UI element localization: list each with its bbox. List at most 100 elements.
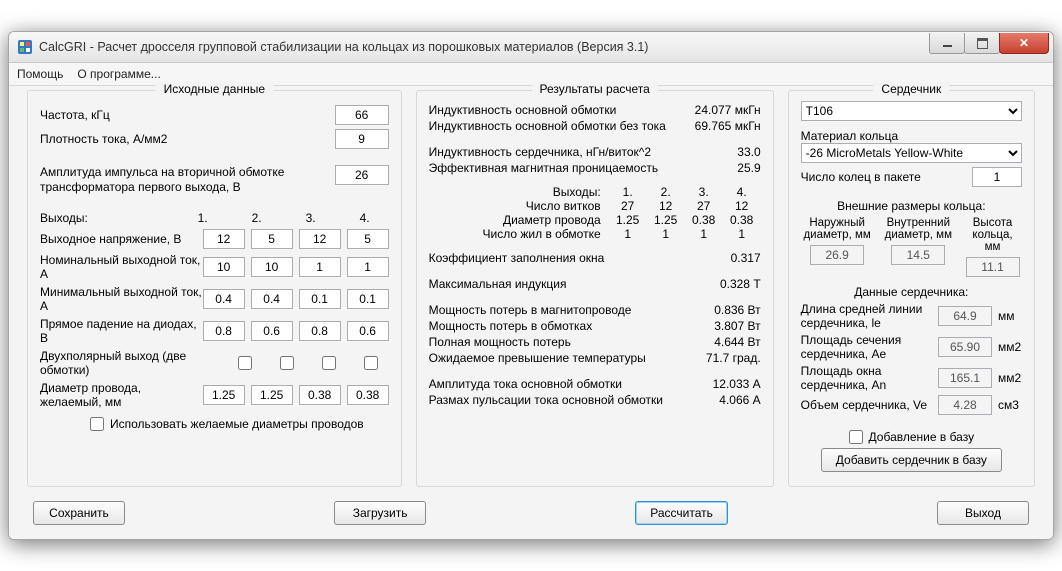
input-wdia-2[interactable] (251, 385, 293, 405)
button-exit[interactable]: Выход (937, 501, 1029, 525)
select-material[interactable]: -26 MicroMetals Yellow-White (801, 143, 1022, 163)
grid-col-4: 4. (341, 211, 389, 225)
input-inom-4[interactable] (347, 257, 389, 277)
input-vdiode-4[interactable] (347, 321, 389, 341)
close-button[interactable]: ✕ (999, 33, 1049, 54)
rlabel-Lmain0: Индуктивность основной обмотки без тока (429, 119, 681, 133)
rcol-1: 1. (609, 185, 647, 199)
label-stack: Число колец в пакете (801, 170, 972, 184)
label-core-data: Данные сердечника: (801, 285, 1022, 299)
rlabel-Lmain: Индуктивность основной обмотки (429, 103, 681, 117)
val-an (938, 368, 992, 388)
rlabel-fill: Коэффициент заполнения окна (429, 251, 681, 265)
chk-use-wire-dia[interactable] (90, 417, 104, 431)
menu-about[interactable]: О программе... (77, 67, 160, 81)
label-ht: Высота кольца, мм (963, 217, 1022, 253)
input-vout-1[interactable] (203, 229, 245, 249)
panel-results-title: Результаты расчета (531, 82, 657, 96)
label-frequency: Частота, кГц (40, 108, 335, 122)
minimize-button[interactable] (929, 33, 965, 54)
chk-bipolar-4[interactable] (364, 356, 378, 370)
input-wdia-1[interactable] (203, 385, 245, 405)
label-imin: Минимальный выходной ток, А (40, 285, 203, 313)
rlabel-wdia: Диаметр провода (429, 213, 609, 227)
chk-add-to-db[interactable] (849, 430, 863, 444)
chk-bipolar-3[interactable] (322, 356, 336, 370)
menu-help[interactable]: Помощь (17, 67, 63, 81)
app-icon (17, 39, 33, 55)
rval-Lmain: 24.077 мкГн (681, 103, 761, 117)
rv-turns-4: 12 (723, 199, 761, 213)
val-id (891, 245, 945, 265)
input-pulse-amp[interactable] (335, 165, 389, 185)
label-wdia: Диаметр провода, желаемый, мм (40, 381, 203, 409)
rlabel-Pcu: Мощность потерь в обмотках (429, 319, 681, 333)
label-use-wire-dia: Использовать желаемые диаметры проводов (110, 417, 364, 431)
grid-col-3: 3. (287, 211, 335, 225)
label-ae: Площадь сечения сердечника, Ae (801, 333, 932, 361)
rcol-3: 3. (685, 185, 723, 199)
rlabel-turns: Число витков (429, 199, 609, 213)
rcol-2: 2. (647, 185, 685, 199)
panel-inputs-title: Исходные данные (156, 82, 273, 96)
val-od (810, 245, 864, 265)
input-wdia-4[interactable] (347, 385, 389, 405)
chk-bipolar-1[interactable] (238, 356, 252, 370)
rv-wdia-1: 1.25 (609, 213, 647, 227)
rv-strands-3: 1 (685, 227, 723, 241)
rval-Lmain0: 69.765 мкГн (681, 119, 761, 133)
button-calc[interactable]: Рассчитать (635, 501, 728, 525)
rval-bmax: 0.328 Т (681, 277, 761, 291)
rval-dT: 71.7 град. (681, 351, 761, 365)
input-inom-1[interactable] (203, 257, 245, 277)
input-imin-3[interactable] (299, 289, 341, 309)
input-stack[interactable] (972, 167, 1022, 187)
input-imin-4[interactable] (347, 289, 389, 309)
titlebar: CalcGRI - Расчет дросселя групповой стаб… (9, 32, 1053, 63)
button-add-core[interactable]: Добавить сердечник в базу (821, 448, 1002, 472)
maximize-button[interactable] (964, 33, 1000, 54)
input-inom-2[interactable] (251, 257, 293, 277)
grid-col-1: 1. (179, 211, 227, 225)
rlabel-outputs: Выходы: (429, 185, 609, 199)
select-core[interactable]: T106 (801, 101, 1022, 121)
unit-ve: см3 (998, 398, 1022, 412)
label-id: Внутренний диаметр, мм (880, 217, 957, 241)
input-inom-3[interactable] (299, 257, 341, 277)
label-add-to-db: Добавление в базу (869, 430, 975, 444)
rlabel-Pcore: Мощность потерь в магнитопроводе (429, 303, 681, 317)
val-ve (938, 395, 992, 415)
panel-results: Результаты расчета Индуктивность основно… (416, 90, 774, 487)
label-current-density: Плотность тока, А/мм2 (40, 132, 335, 146)
input-vdiode-2[interactable] (251, 321, 293, 341)
rlabel-Lcore: Индуктивность сердечника, нГн/виток^2 (429, 145, 681, 159)
rv-wdia-4: 0.38 (723, 213, 761, 227)
rval-Iripple: 4.066 А (681, 393, 761, 407)
input-imin-1[interactable] (203, 289, 245, 309)
rval-fill: 0.317 (681, 251, 761, 265)
val-ht (966, 257, 1020, 277)
rv-strands-4: 1 (723, 227, 761, 241)
input-frequency[interactable] (335, 105, 389, 125)
rv-turns-2: 12 (647, 199, 685, 213)
rval-mu: 25.9 (681, 161, 761, 175)
panel-core: Сердечник T106 Материал кольца -26 Micro… (788, 90, 1035, 487)
input-wdia-3[interactable] (299, 385, 341, 405)
input-vout-4[interactable] (347, 229, 389, 249)
input-vdiode-1[interactable] (203, 321, 245, 341)
label-an: Площадь окна сердечника, An (801, 364, 932, 392)
rlabel-Iamp: Амплитуда тока основной обмотки (429, 377, 681, 391)
panel-core-title: Сердечник (873, 82, 949, 96)
input-vout-2[interactable] (251, 229, 293, 249)
input-current-density[interactable] (335, 129, 389, 149)
rval-Lcore: 33.0 (681, 145, 761, 159)
input-vdiode-3[interactable] (299, 321, 341, 341)
chk-bipolar-2[interactable] (280, 356, 294, 370)
button-load[interactable]: Загрузить (334, 501, 426, 525)
window-title: CalcGRI - Расчет дросселя групповой стаб… (39, 40, 648, 54)
label-ve: Объем сердечника, Ve (801, 398, 932, 412)
input-vout-3[interactable] (299, 229, 341, 249)
label-material: Материал кольца (801, 129, 1022, 143)
button-save[interactable]: Сохранить (33, 501, 125, 525)
input-imin-2[interactable] (251, 289, 293, 309)
